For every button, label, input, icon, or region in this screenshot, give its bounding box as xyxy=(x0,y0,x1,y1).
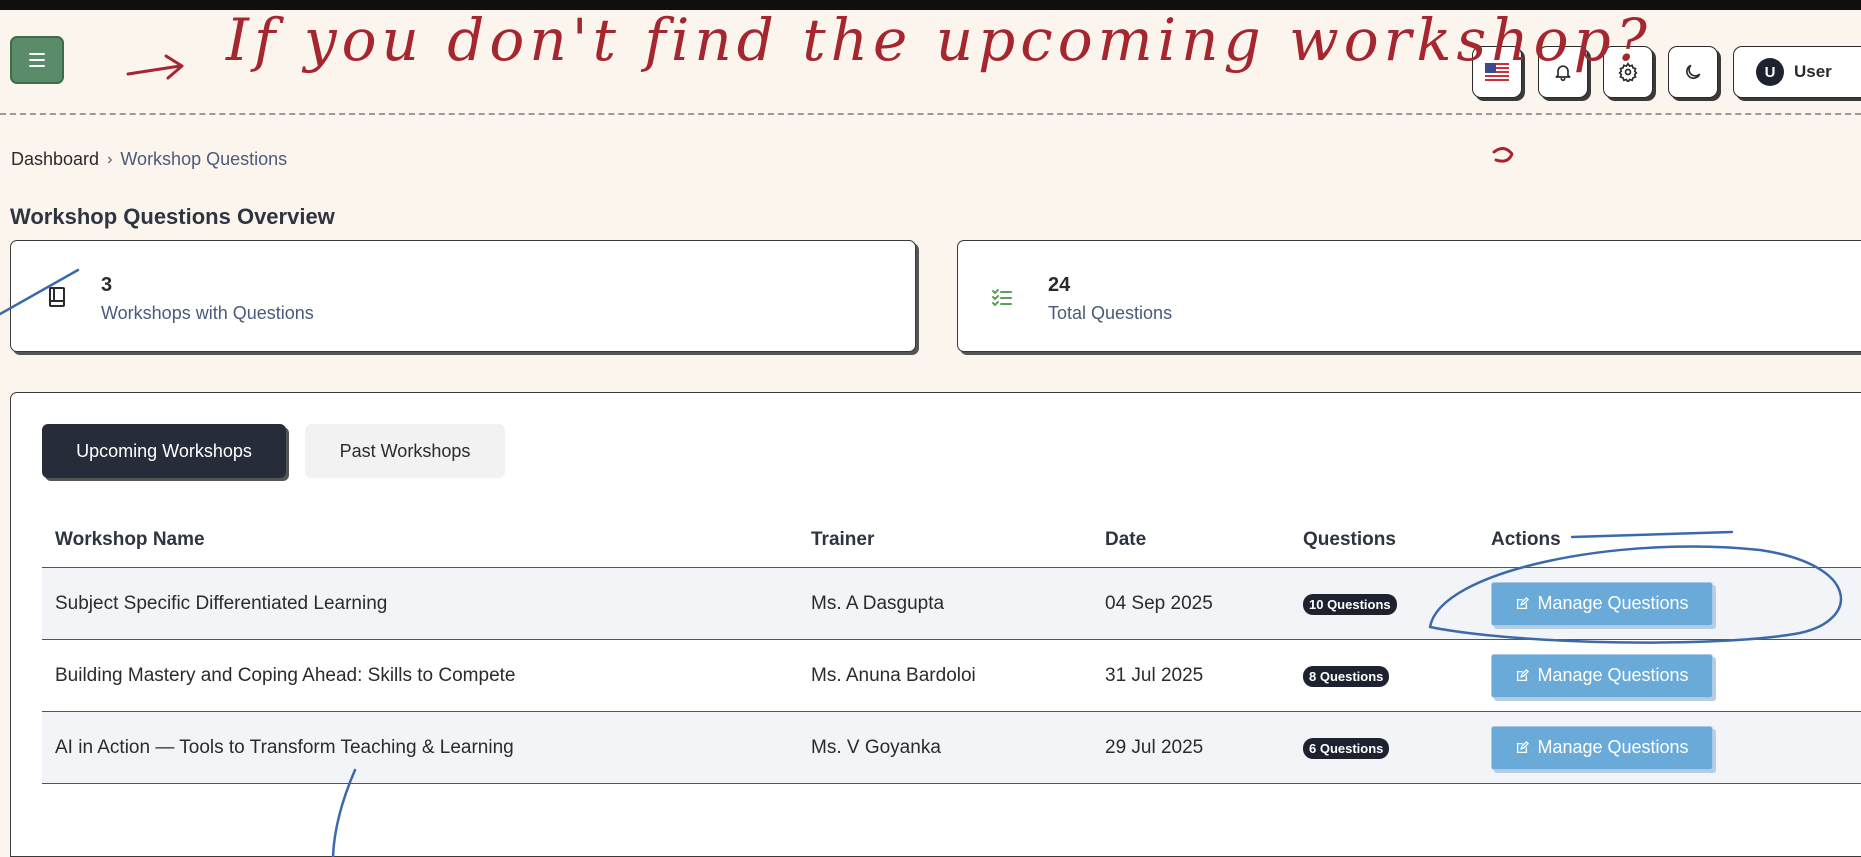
stat-value: 24 xyxy=(1048,274,1071,296)
menu-button[interactable] xyxy=(10,36,64,84)
breadcrumb-dashboard-link[interactable]: Dashboard xyxy=(11,149,99,170)
manage-questions-button[interactable]: Manage Questions xyxy=(1491,653,1713,698)
moon-icon xyxy=(1686,64,1701,79)
edit-icon xyxy=(1517,668,1530,681)
stat-card-questions: 24 Total Questions xyxy=(957,240,1861,352)
manage-questions-button[interactable]: Manage Questions xyxy=(1491,581,1713,626)
table-row: Building Mastery and Coping Ahead: Skill… xyxy=(42,640,1861,712)
edit-icon xyxy=(1517,740,1530,753)
trainer-name: Ms. Anuna Bardoloi xyxy=(811,664,976,686)
stat-card-workshops: 3 Workshops with Questions xyxy=(10,240,916,352)
stat-label: Total Questions xyxy=(1048,303,1173,323)
questions-count-badge: 10 Questions xyxy=(1303,593,1397,615)
workshop-name: AI in Action — Tools to Transform Teachi… xyxy=(55,736,514,758)
questions-count-badge: 8 Questions xyxy=(1303,665,1390,687)
workshop-date: 04 Sep 2025 xyxy=(1105,592,1213,614)
checklist-icon xyxy=(992,289,1012,307)
column-header-trainer: Trainer xyxy=(811,529,875,550)
red-small-mark xyxy=(1492,147,1514,163)
workshop-name: Building Mastery and Coping Ahead: Skill… xyxy=(55,664,516,686)
edit-icon xyxy=(1517,596,1530,609)
handwritten-annotation: If you don't find the upcoming workshop? xyxy=(226,6,1652,74)
breadcrumb-current: Workshop Questions xyxy=(120,149,288,169)
avatar: U xyxy=(1756,58,1784,86)
table-row: Subject Specific Differentiated Learning… xyxy=(42,568,1861,640)
workshops-table: Workshop Name Trainer Date Questions Act… xyxy=(42,513,1861,784)
breadcrumb-separator: › xyxy=(107,150,113,168)
column-header-date: Date xyxy=(1105,529,1147,550)
user-menu-button[interactable]: U User xyxy=(1733,46,1861,98)
workshop-date: 29 Jul 2025 xyxy=(1105,736,1204,758)
workshop-date: 31 Jul 2025 xyxy=(1105,664,1204,686)
table-row: AI in Action — Tools to Transform Teachi… xyxy=(42,712,1861,784)
column-header-name: Workshop Name xyxy=(55,529,205,550)
workshop-name: Subject Specific Differentiated Learning xyxy=(55,592,388,614)
manage-questions-label: Manage Questions xyxy=(1537,593,1689,613)
tab-past-workshops[interactable]: Past Workshops xyxy=(305,424,505,478)
workshops-panel: Upcoming Workshops Past Workshops Worksh… xyxy=(10,392,1861,857)
trainer-name: Ms. A Dasgupta xyxy=(811,592,945,614)
stat-label: Workshops with Questions xyxy=(101,303,314,323)
stat-value: 3 xyxy=(101,274,113,296)
column-header-questions: Questions xyxy=(1303,529,1396,550)
book-icon xyxy=(49,287,65,307)
table-header: Workshop Name Trainer Date Questions Act… xyxy=(42,513,1861,568)
manage-questions-label: Manage Questions xyxy=(1537,737,1689,757)
user-label: User xyxy=(1794,62,1832,81)
manage-questions-label: Manage Questions xyxy=(1537,665,1689,685)
breadcrumb: Dashboard › Workshop Questions xyxy=(11,149,287,170)
column-header-actions: Actions xyxy=(1491,529,1561,550)
questions-count-badge: 6 Questions xyxy=(1303,737,1390,759)
tab-upcoming-workshops[interactable]: Upcoming Workshops xyxy=(42,424,286,478)
manage-questions-button[interactable]: Manage Questions xyxy=(1491,725,1713,770)
page-title: Workshop Questions Overview xyxy=(10,204,335,229)
hamburger-icon xyxy=(29,53,45,67)
theme-toggle-button[interactable] xyxy=(1668,46,1718,98)
trainer-name: Ms. V Goyanka xyxy=(811,736,941,758)
